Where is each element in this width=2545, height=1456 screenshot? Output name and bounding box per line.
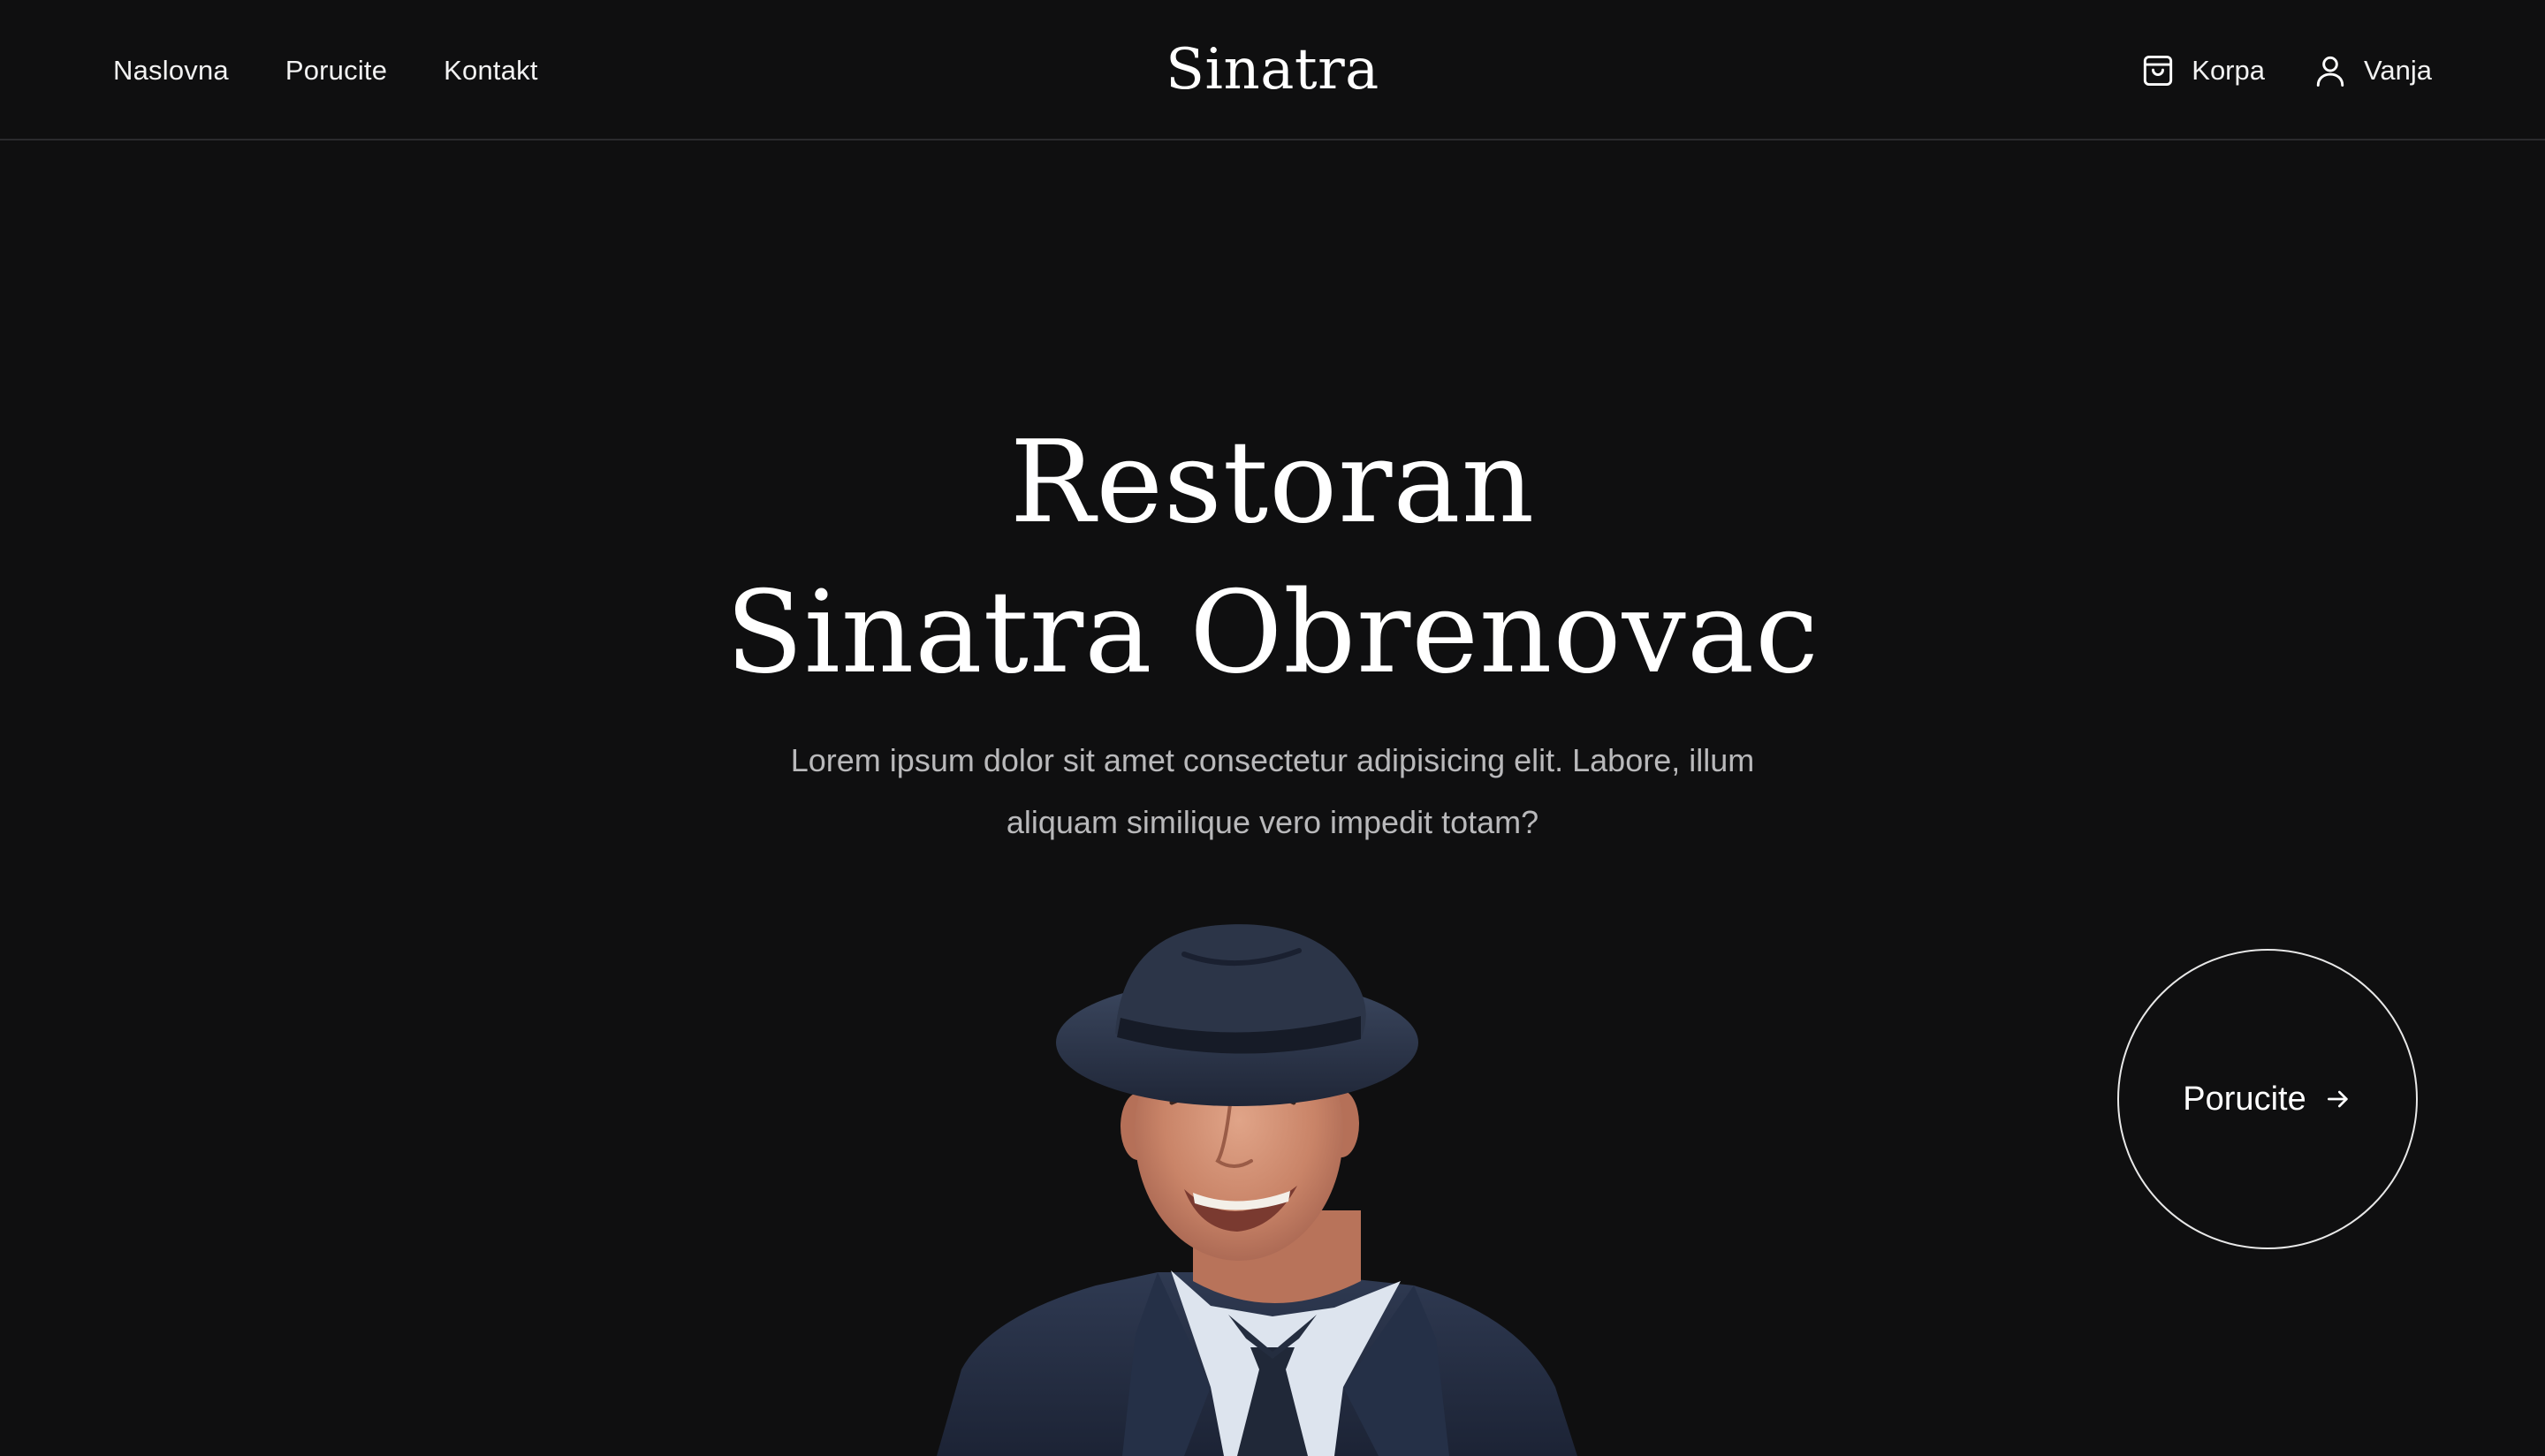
order-now-label: Porucite (2183, 1080, 2306, 1118)
nav-link-order[interactable]: Porucite (285, 55, 387, 87)
hero-description: Lorem ipsum dolor sit amet consectetur a… (790, 742, 1755, 840)
cart-label: Korpa (2192, 54, 2265, 86)
user-icon (2311, 51, 2350, 90)
hero-title-line-1: Restoran (1009, 417, 1536, 549)
site-header: Naslovna Porucite Kontakt Sinatra Korpa (0, 0, 2545, 140)
arrow-right-icon (2324, 1085, 2352, 1113)
hero-portrait-image (919, 892, 1661, 1456)
user-button[interactable]: Vanja (2311, 51, 2432, 90)
brand-logo-text[interactable]: Sinatra (1166, 37, 1379, 104)
order-now-circle-button[interactable]: Porucite (2117, 949, 2418, 1249)
shopping-bag-icon (2139, 51, 2177, 90)
hero-title: Restoran Sinatra Obrenovac (0, 408, 2545, 709)
main-nav: Naslovna Porucite Kontakt (113, 0, 538, 140)
header-actions: Korpa Vanja (2139, 0, 2432, 140)
user-name-label: Vanja (2364, 54, 2432, 86)
nav-link-home[interactable]: Naslovna (113, 55, 229, 87)
nav-link-contact[interactable]: Kontakt (444, 55, 538, 87)
hero-title-line-2: Sinatra Obrenovac (726, 567, 1819, 699)
cart-button[interactable]: Korpa (2139, 51, 2265, 90)
